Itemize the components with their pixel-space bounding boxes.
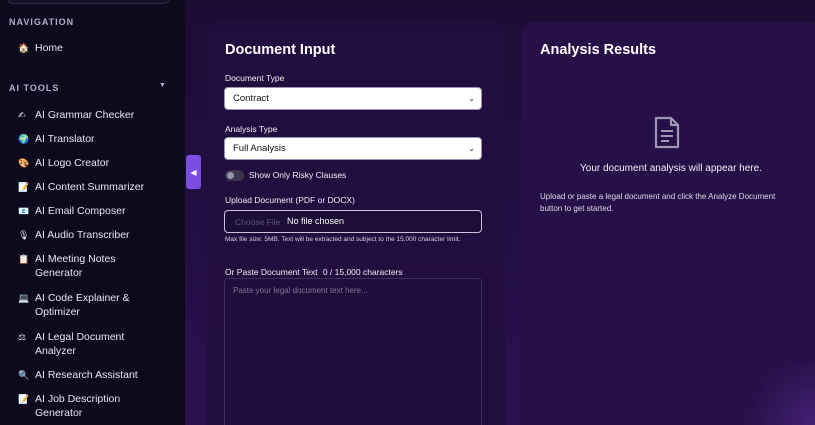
sidebar-item-job-description[interactable]: 📝 AI Job Description Generator bbox=[18, 392, 168, 420]
sidebar-item-label: Home bbox=[35, 42, 64, 54]
magnifier-icon: 🔍 bbox=[18, 370, 30, 380]
paste-label: Or Paste Document Text bbox=[225, 267, 318, 277]
analysis-type-value: Full Analysis bbox=[233, 143, 286, 154]
sidebar-item-label: AI Meeting Notes Generator bbox=[35, 253, 116, 279]
sidebar-item-home[interactable]: 🏠 Home bbox=[18, 41, 168, 55]
risky-clauses-toggle[interactable] bbox=[225, 170, 244, 181]
clipboard-icon: 📋 bbox=[18, 254, 30, 264]
sidebar-item-label: AI Content Summarizer bbox=[35, 181, 145, 193]
scales-icon: ⚖ bbox=[18, 332, 27, 342]
writing-hand-icon: ✍ bbox=[18, 110, 26, 120]
upload-help-text: Max file size: 5MB. Text will be extract… bbox=[225, 236, 461, 243]
chevron-down-icon[interactable]: ▼ bbox=[159, 82, 166, 89]
sidebar-item-translator[interactable]: 🌍 AI Translator bbox=[18, 132, 168, 146]
memo-icon: 📝 bbox=[18, 394, 30, 404]
sidebar-item-logo-creator[interactable]: 🎨 AI Logo Creator bbox=[18, 156, 168, 170]
chevron-down-icon: ⌄ bbox=[468, 94, 475, 103]
sidebar-item-code-explainer[interactable]: 💻 AI Code Explainer & Optimizer bbox=[18, 291, 168, 319]
risky-clauses-label: Show Only Risky Clauses bbox=[249, 170, 347, 180]
document-text-area[interactable]: Paste your legal document text here... bbox=[224, 278, 482, 425]
sidebar-item-label: AI Email Composer bbox=[35, 205, 126, 217]
upload-label: Upload Document (PDF or DOCX) bbox=[225, 195, 355, 205]
document-icon bbox=[654, 116, 680, 149]
sidebar-item-label: AI Translator bbox=[35, 133, 95, 145]
sidebar-item-meeting-notes[interactable]: 📋 AI Meeting Notes Generator bbox=[18, 252, 168, 280]
choose-file-button[interactable]: Choose File bbox=[235, 217, 280, 227]
sidebar-search-input[interactable] bbox=[6, 0, 171, 4]
empty-results-message: Your document analysis will appear here. bbox=[580, 163, 762, 174]
sidebar-collapse-button[interactable]: ◀ bbox=[186, 155, 201, 189]
sidebar-item-label: AI Legal Document Analyzer bbox=[35, 331, 125, 357]
analysis-results-title: Analysis Results bbox=[540, 42, 657, 58]
sidebar-item-label: AI Logo Creator bbox=[35, 157, 110, 169]
sidebar: NAVIGATION 🏠 Home AI TOOLS ▼ ✍ AI Gramma… bbox=[0, 0, 185, 425]
toggle-knob bbox=[227, 172, 234, 179]
ai-tools-section-label[interactable]: AI TOOLS bbox=[9, 83, 59, 93]
document-input-title: Document Input bbox=[225, 42, 336, 58]
laptop-icon: 💻 bbox=[18, 293, 30, 303]
microphone-icon: 🎙 bbox=[18, 230, 30, 240]
sidebar-item-email-composer[interactable]: 📧 AI Email Composer bbox=[18, 204, 168, 218]
sidebar-item-label: AI Code Explainer & Optimizer bbox=[35, 292, 130, 318]
memo-icon: 📝 bbox=[18, 182, 30, 192]
home-icon: 🏠 bbox=[18, 43, 30, 53]
sidebar-item-label: AI Grammar Checker bbox=[35, 109, 135, 121]
sidebar-item-label: AI Job Description Generator bbox=[35, 393, 121, 419]
textarea-placeholder: Paste your legal document text here... bbox=[233, 286, 368, 295]
chevron-left-icon: ◀ bbox=[190, 167, 197, 177]
document-type-label: Document Type bbox=[225, 73, 285, 83]
navigation-section-label: NAVIGATION bbox=[9, 17, 75, 27]
sidebar-item-legal-analyzer[interactable]: ⚖ AI Legal Document Analyzer bbox=[18, 330, 168, 358]
globe-icon: 🌍 bbox=[18, 134, 30, 144]
palette-icon: 🎨 bbox=[18, 158, 30, 168]
analysis-type-label: Analysis Type bbox=[225, 124, 278, 134]
sidebar-item-label: AI Research Assistant bbox=[35, 369, 138, 381]
paste-label-row: Or Paste Document Text 0 / 15,000 charac… bbox=[225, 267, 403, 277]
sidebar-item-research-assistant[interactable]: 🔍 AI Research Assistant bbox=[18, 368, 168, 382]
sidebar-item-audio-transcriber[interactable]: 🎙 AI Audio Transcriber bbox=[18, 228, 168, 242]
chevron-down-icon: ⌄ bbox=[468, 144, 475, 153]
sidebar-item-label: AI Audio Transcriber bbox=[35, 229, 130, 241]
document-type-select[interactable]: Contract ⌄ bbox=[224, 87, 482, 110]
character-count: 0 / 15,000 characters bbox=[322, 267, 403, 277]
file-upload-input[interactable]: Choose File No file chosen bbox=[224, 210, 482, 233]
sidebar-item-grammar-checker[interactable]: ✍ AI Grammar Checker bbox=[18, 108, 168, 122]
empty-results-subtext: Upload or paste a legal document and cli… bbox=[540, 192, 776, 213]
document-type-value: Contract bbox=[233, 93, 269, 104]
file-status: No file chosen bbox=[287, 216, 345, 226]
sidebar-item-content-summarizer[interactable]: 📝 AI Content Summarizer bbox=[18, 180, 168, 194]
analysis-type-select[interactable]: Full Analysis ⌄ bbox=[224, 137, 482, 160]
decorative-glow bbox=[740, 360, 815, 425]
email-icon: 📧 bbox=[18, 206, 30, 216]
